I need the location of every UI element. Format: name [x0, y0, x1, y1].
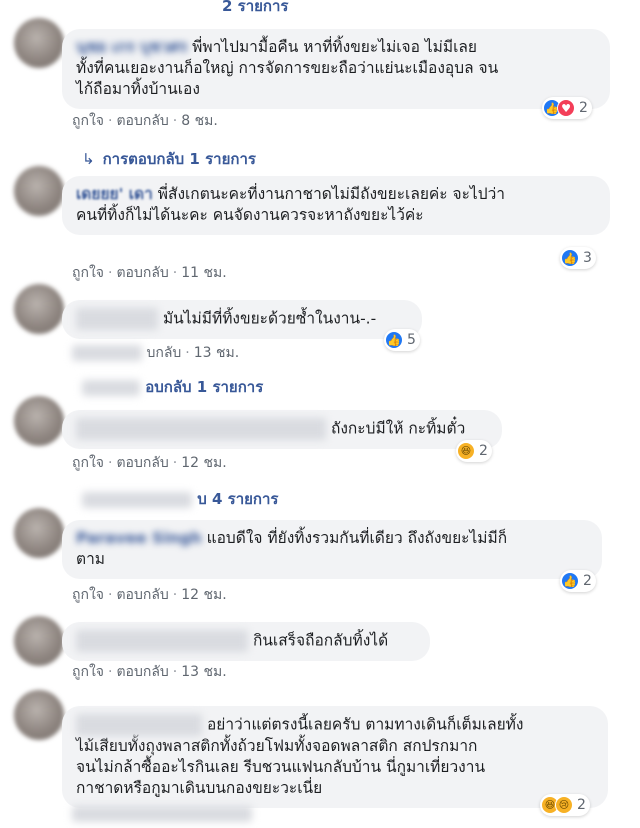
comment-actions: ถูกใจ · ตอบกลับ · 8 ชม. — [72, 113, 218, 129]
comment-text-line: ไม้เสียบทั้งถุงพลาสติกทั้งถ้วยโฟมทั้งจอด… — [76, 737, 478, 755]
partial-reply-link[interactable]: 2 รายการ — [222, 0, 289, 18]
like-icon: 👍 — [561, 249, 579, 267]
comment-text-line: ไก้ถือมาทิ้งบ้านเอง — [76, 80, 200, 98]
reaction-count: 2 — [579, 100, 588, 116]
reaction-summary[interactable]: 👍 5 — [384, 329, 420, 351]
comment-bubble: มันไม่มีที่ทิ้งขยะด้วยซ้ำในงาน-.- — [62, 300, 422, 339]
redaction-mask — [82, 491, 192, 508]
comment-bubble: Paravee Singh แอบดีใจ ที่ยังทิ้งรวมกันที… — [62, 520, 602, 579]
comment-text-line: แอบดีใจ ที่ยังทิ้งรวมกันที่เดียว ถึงถังข… — [206, 529, 508, 547]
avatar[interactable] — [14, 396, 64, 446]
reaction-summary[interactable]: 👍 ♥ 2 — [542, 97, 592, 119]
reply-link[interactable]: ตอบกลับ — [116, 265, 168, 281]
redaction-mask — [72, 345, 142, 361]
comment-actions: ถูกใจ · ตอบกลับ · 12 ชม. — [72, 455, 227, 471]
reaction-summary[interactable]: 😆 😢 2 — [540, 794, 590, 816]
timestamp[interactable]: 8 ชม. — [181, 113, 218, 129]
comment-bubble: ถังกะบ่มีให้ กะทิ้มตั๋ว — [62, 410, 502, 449]
reaction-count: 5 — [407, 332, 416, 348]
timestamp[interactable]: 12 ชม. — [181, 455, 226, 471]
view-replies-link[interactable]: บ 4 รายการ — [82, 487, 278, 511]
redacted-author — [76, 714, 202, 736]
comment-text-line: จนไม่กล้าซื้ออะไรกินเลย รีบชวนแฟนกลับบ้า… — [76, 758, 486, 776]
like-link[interactable]: ถูกใจ — [72, 664, 104, 680]
comment-text-line: พี่พาไปมามื้อคืน หาที่ทิ้งขยะไม่เจอ ไม่ม… — [192, 38, 477, 56]
reply-arrow-icon: ↳ — [82, 150, 95, 168]
reaction-count: 2 — [583, 573, 592, 589]
timestamp[interactable]: 13 ชม. — [194, 345, 239, 361]
like-link[interactable]: ถูกใจ — [72, 265, 104, 281]
like-icon: 👍 — [385, 331, 403, 349]
comment-author[interactable]: เดยยย' เดา — [76, 185, 153, 203]
redaction-mask — [72, 806, 252, 822]
reaction-summary[interactable]: 👍 3 — [560, 247, 596, 269]
avatar[interactable] — [14, 690, 64, 740]
comment-text-line: มันไม่มีที่ทิ้งขยะด้วยซ้ำในงาน-.- — [162, 309, 377, 328]
redacted-author — [76, 418, 326, 440]
avatar[interactable] — [14, 508, 64, 558]
comment-text-line: ถังกะบ่มีให้ กะทิ้มตั๋ว — [330, 419, 466, 438]
comment-text-line: ตาม — [76, 550, 105, 568]
like-link[interactable]: ถูกใจ — [72, 587, 104, 603]
love-icon: ♥ — [557, 99, 575, 117]
like-link[interactable]: ถูกใจ — [72, 455, 104, 471]
timestamp[interactable]: 13 ชม. — [181, 664, 226, 680]
avatar[interactable] — [14, 284, 64, 334]
comment-bubble: นุชย เกร บุชวศร พี่พาไปมามื้อคืน หาที่ทิ… — [62, 29, 610, 109]
reaction-summary[interactable]: 👍 2 — [560, 570, 596, 592]
comment-author[interactable]: นุชย เกร บุชวศร — [76, 37, 187, 58]
comment-actions — [72, 806, 252, 822]
reply-link[interactable]: ตอบกลับ — [116, 455, 168, 471]
comment-actions: ถูกใจ · ตอบกลับ · 13 ชม. — [72, 664, 227, 680]
sad-icon: 😢 — [555, 796, 573, 814]
comment-text-line: กาชาดหรือกูมาเดินบนกองขยะวะเนี่ย — [76, 779, 323, 797]
comment-text-line: คนที่ทิ้งก็ไม่ได้นะคะ คนจัดงานควรจะหาถัง… — [76, 206, 424, 224]
avatar[interactable] — [14, 166, 64, 216]
timestamp[interactable]: 11 ชม. — [181, 265, 226, 281]
reaction-count: 2 — [479, 443, 488, 459]
reaction-count: 2 — [577, 797, 586, 813]
comment-author[interactable]: Paravee Singh — [76, 528, 202, 549]
reaction-count: 3 — [583, 250, 592, 266]
avatar[interactable] — [14, 18, 64, 68]
view-replies-link[interactable]: อบกลับ 1 รายการ — [82, 375, 263, 399]
like-icon: 👍 — [561, 572, 579, 590]
comment-bubble: อย่าว่าแต่ตรงนี้เลยครับ ตามทางเดินก็เต็ม… — [62, 706, 608, 808]
reply-link[interactable]: ตอบกลับ — [116, 587, 168, 603]
redaction-mask — [82, 379, 140, 396]
like-link[interactable]: ถูกใจ — [72, 113, 104, 129]
comment-text-line: ทั้งที่คนเยอะงานก็อใหญ่ การจัดการขยะถือว… — [76, 59, 499, 77]
reply-link[interactable]: ตอบกลับ — [116, 113, 168, 129]
comment-actions: บกลับ · 13 ชม. — [72, 342, 239, 364]
comment-text-line: กินเสร็จถือกลับทิ้งได้ — [252, 631, 389, 650]
comment-thread: 2 รายการ นุชย เกร บุชวศร พี่พาไปมามื้อคื… — [0, 0, 640, 828]
avatar[interactable] — [14, 616, 64, 666]
reaction-summary[interactable]: 😆 2 — [456, 440, 492, 462]
redacted-author — [76, 308, 158, 330]
comment-actions: ถูกใจ · ตอบกลับ · 11 ชม. — [72, 265, 227, 281]
redacted-author — [76, 630, 248, 652]
view-replies-link[interactable]: ↳ การตอบกลับ 1 รายการ — [82, 147, 256, 171]
comment-text-line: อย่าว่าแต่ตรงนี้เลยครับ ตามทางเดินก็เต็ม… — [206, 715, 524, 734]
timestamp[interactable]: 12 ชม. — [181, 587, 226, 603]
reply-link[interactable]: บกลับ — [146, 345, 181, 361]
comment-text-line: พี่สังเกตนะคะที่งานกาชาดไม่มีถังขยะเลยค่… — [157, 185, 505, 203]
comment-actions: ถูกใจ · ตอบกลับ · 12 ชม. — [72, 587, 227, 603]
haha-icon: 😆 — [457, 442, 475, 460]
comment-bubble: เดยยย' เดา พี่สังเกตนะคะที่งานกาชาดไม่มี… — [62, 176, 610, 235]
reply-link[interactable]: ตอบกลับ — [116, 664, 168, 680]
comment-bubble: กินเสร็จถือกลับทิ้งได้ — [62, 622, 430, 661]
